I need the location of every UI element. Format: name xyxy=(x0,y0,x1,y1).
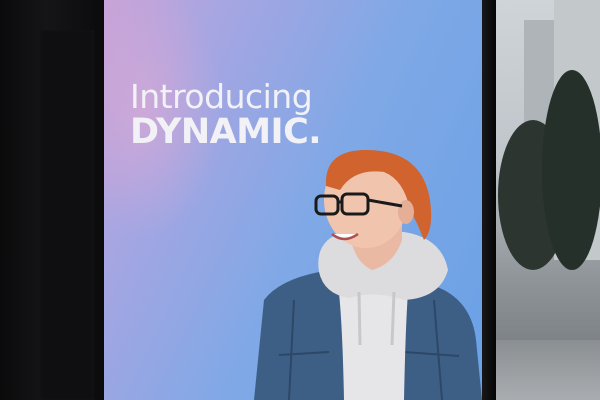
tree-2 xyxy=(542,70,600,270)
woman-figure xyxy=(254,150,482,400)
dark-pillar xyxy=(0,0,104,400)
poster-frame-edge xyxy=(482,0,496,400)
sidewalk xyxy=(496,340,600,400)
street-background xyxy=(496,0,600,400)
pillar-panel xyxy=(40,30,94,400)
photo-scene: Introducing DYNAMIC. xyxy=(0,0,600,400)
ear xyxy=(398,200,414,224)
